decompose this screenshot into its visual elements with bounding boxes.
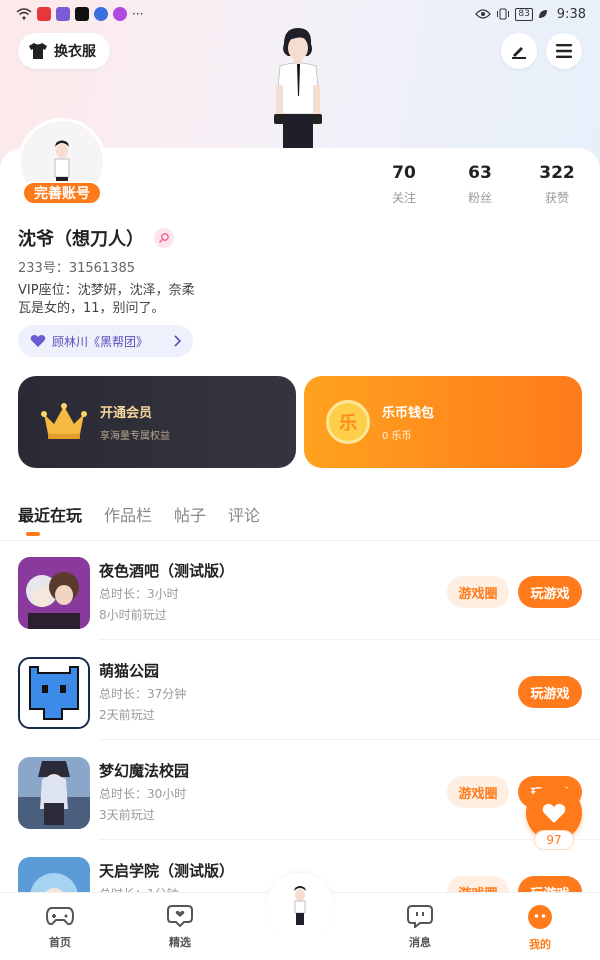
edit-pen-icon <box>512 47 526 59</box>
game-list-item[interactable]: 梦幻魔法校园 总时长：30小时 3天前玩过 游戏圈 玩游戏 <box>0 740 600 840</box>
eye-icon <box>475 9 492 19</box>
change-outfit-button[interactable]: 换衣服 <box>18 33 110 69</box>
vip-title: 开通会员 <box>100 406 153 421</box>
group-label: 顾林川《黑帮团》 <box>52 334 149 349</box>
active-tab-indicator <box>26 532 40 536</box>
nav-messages[interactable]: 消息 <box>390 904 450 950</box>
leaf-icon <box>538 10 547 18</box>
edit-profile-button[interactable] <box>501 33 537 69</box>
crown-icon <box>41 403 87 439</box>
name-row: 沈爷（想刀人） <box>18 225 174 251</box>
change-outfit-label: 换衣服 <box>54 44 96 60</box>
like-count: 97 <box>534 830 574 850</box>
avatar-icon <box>294 886 306 925</box>
status-bar: ··· 83 9:38 <box>0 0 600 28</box>
message-icon <box>407 905 433 930</box>
stat-label: 关注 <box>391 191 416 205</box>
tiktok-icon <box>75 7 89 21</box>
stat-value: 322 <box>539 163 575 183</box>
stat-label: 粉丝 <box>467 191 492 205</box>
nav-avatar-button[interactable] <box>266 873 334 941</box>
complete-account-badge[interactable]: 完善账号 <box>22 181 102 205</box>
game-list-item[interactable]: 萌猫公园 总时长：37分钟 2天前玩过 玩游戏 <box>0 640 600 740</box>
user-id: 233号：31561385 <box>18 261 135 276</box>
vip-text: 开通会员 享海量专属权益 <box>100 402 170 442</box>
game-circle-button[interactable]: 游戏圈 <box>447 576 509 608</box>
clock: 9:38 <box>556 6 586 22</box>
game-last-played: 8小时前玩过 <box>99 608 167 622</box>
game-title: 夜色酒吧（测试版） <box>99 562 235 580</box>
female-gender-icon <box>154 228 174 248</box>
tab-comments[interactable]: 评论 <box>228 502 260 526</box>
nav-label: 消息 <box>409 936 431 949</box>
stat-value: 70 <box>392 163 416 183</box>
tshirt-icon <box>29 43 47 59</box>
game-last-played: 2天前玩过 <box>99 708 155 722</box>
status-left: ··· <box>16 7 143 21</box>
chevron-right-icon <box>174 335 181 347</box>
game-duration: 总时长：37分钟 <box>99 687 187 701</box>
profile-face-icon <box>528 905 552 929</box>
tab-works[interactable]: 作品栏 <box>104 502 152 526</box>
coin-icon: 乐 <box>326 400 370 444</box>
vip-subtitle: 享海量专属权益 <box>100 431 170 442</box>
app-notification-icon <box>113 7 127 21</box>
game-last-played: 3天前玩过 <box>99 808 155 822</box>
bio-line: 瓦是女的，11，别问了。 <box>18 301 165 316</box>
bio-line: VIP座位：沈梦妍，沈泽，奈柔 <box>18 283 195 298</box>
game-duration: 总时长：30小时 <box>99 787 187 801</box>
game-title: 天启学院（测试版） <box>99 862 235 880</box>
profile-tabs: 最近在玩 作品栏 帖子 评论 <box>18 502 260 526</box>
wallet-text: 乐币钱包 0 乐币 <box>382 402 434 442</box>
game-cover <box>18 557 90 629</box>
coin-glyph: 乐 <box>339 413 357 434</box>
status-right: 83 9:38 <box>475 7 586 22</box>
stat-following[interactable]: 70 关注 <box>374 163 434 206</box>
game-duration: 总时长：3小时 <box>99 587 179 601</box>
vibrate-icon <box>497 8 510 20</box>
heart-icon <box>30 335 46 347</box>
wallet-balance: 0 乐币 <box>382 431 412 442</box>
tab-posts[interactable]: 帖子 <box>174 502 206 526</box>
more-notifications: ··· <box>132 7 144 21</box>
game-title: 萌猫公园 <box>99 662 160 680</box>
play-game-button[interactable]: 玩游戏 <box>518 676 582 708</box>
nav-profile[interactable]: 我的 <box>510 904 570 952</box>
group-link[interactable]: 顾林川《黑帮团》 <box>18 325 193 357</box>
battery-icon: 83 <box>515 7 533 21</box>
game-cover <box>18 657 90 729</box>
vip-membership-card[interactable]: 开通会员 享海量专属权益 <box>18 376 296 468</box>
gamepad-icon <box>45 907 75 926</box>
play-game-button[interactable]: 玩游戏 <box>518 576 582 608</box>
stat-likes[interactable]: 322 获赞 <box>527 163 587 206</box>
stat-fans[interactable]: 63 粉丝 <box>450 163 510 206</box>
nav-home[interactable]: 首页 <box>30 904 90 950</box>
heart-chat-icon <box>167 905 193 928</box>
game-list-item[interactable]: 夜色酒吧（测试版） 总时长：3小时 8小时前玩过 游戏圈 玩游戏 <box>0 540 600 640</box>
app-notification-icon <box>94 7 108 21</box>
app-notification-icon <box>56 7 70 21</box>
game-title: 梦幻魔法校园 <box>99 762 190 780</box>
menu-button[interactable] <box>546 33 582 69</box>
profile-name: 沈爷（想刀人） <box>18 229 144 250</box>
wallet-title: 乐币钱包 <box>382 406 435 421</box>
character-avatar-figure[interactable] <box>262 26 332 148</box>
stat-label: 获赞 <box>544 191 569 205</box>
profile-bio: VIP座位：沈梦妍，沈泽，奈柔 瓦是女的，11，别问了。 <box>18 282 195 318</box>
nav-label: 精选 <box>169 936 191 949</box>
nav-featured[interactable]: 精选 <box>150 904 210 950</box>
menu-icon <box>556 44 572 58</box>
nav-label: 首页 <box>49 936 71 949</box>
wifi-icon <box>16 8 32 20</box>
game-cover <box>18 757 90 829</box>
app-notification-icon <box>37 7 51 21</box>
heart-icon <box>542 803 566 823</box>
stat-value: 63 <box>468 163 492 183</box>
game-circle-button[interactable]: 游戏圈 <box>447 776 509 808</box>
tab-recently-played[interactable]: 最近在玩 <box>18 502 82 526</box>
coin-wallet-card[interactable]: 乐 乐币钱包 0 乐币 <box>304 376 582 468</box>
nav-label: 我的 <box>529 938 551 951</box>
